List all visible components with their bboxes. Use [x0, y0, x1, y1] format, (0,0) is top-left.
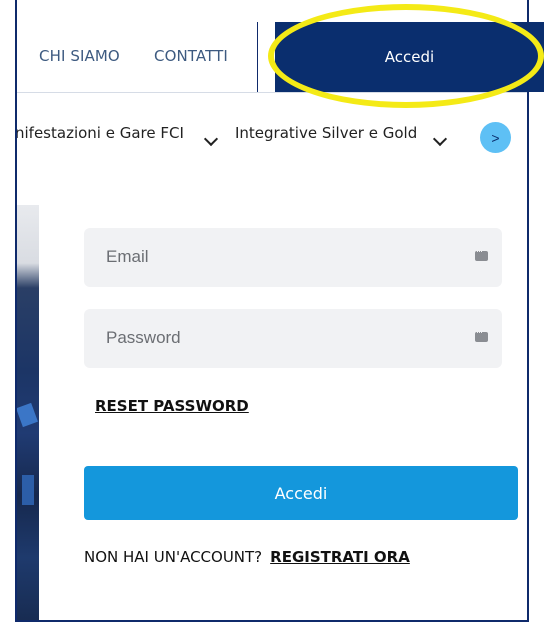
login-submit-button[interactable]: Accedi [84, 466, 518, 520]
nav-login-button[interactable]: Accedi [275, 22, 544, 92]
nav-link-contatti[interactable]: CONTATTI [154, 47, 228, 65]
register-link[interactable]: REGISTRATI ORA [270, 548, 410, 566]
signup-row: NON HAI UN'ACCOUNT? REGISTRATI ORA [84, 548, 410, 566]
password-manager-key-icon[interactable] [475, 246, 488, 261]
password-placeholder: Password [106, 328, 181, 347]
password-field[interactable]: Password [84, 309, 502, 368]
reset-password-link[interactable]: RESET PASSWORD [95, 397, 249, 415]
email-placeholder: Email [106, 247, 149, 266]
nav-login-label: Accedi [384, 48, 435, 66]
frame-border-right [527, 0, 529, 622]
password-manager-key-icon[interactable] [475, 327, 488, 342]
top-navigation: CHI SIAMO CONTATTI Accedi [17, 0, 544, 92]
category-item-manifestazioni[interactable]: nifestazioni e Gare FCI [17, 124, 184, 142]
login-submit-label: Accedi [274, 483, 328, 503]
email-field[interactable]: Email [84, 228, 502, 287]
chevron-down-icon[interactable] [432, 131, 448, 147]
nav-bottom-divider [17, 92, 527, 93]
category-menu: nifestazioni e Gare FCI Integrative Silv… [17, 108, 527, 158]
nav-link-chi-siamo[interactable]: CHI SIAMO [39, 47, 120, 65]
no-account-text: NON HAI UN'ACCOUNT? [84, 548, 263, 566]
image-detail [17, 402, 38, 428]
category-item-integrative[interactable]: Integrative Silver e Gold [235, 124, 417, 142]
chevron-down-icon[interactable] [203, 131, 219, 147]
image-detail [22, 475, 34, 505]
nav-divider [257, 22, 258, 92]
chevron-right-icon: > [491, 129, 500, 146]
background-image-partial [17, 205, 39, 620]
menu-next-button[interactable]: > [480, 122, 511, 153]
